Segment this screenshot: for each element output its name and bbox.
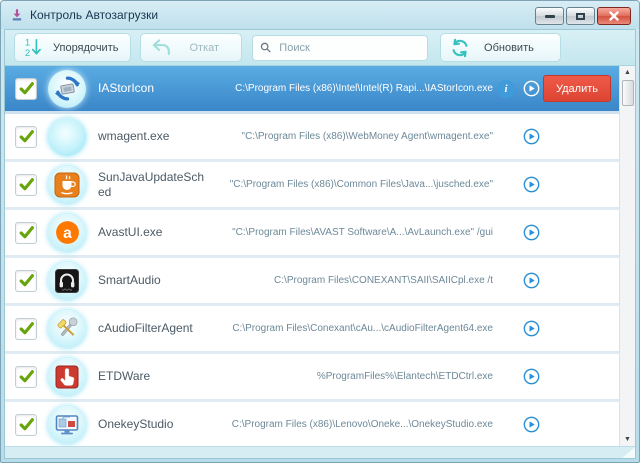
item-path: %ProgramFiles%\Elantech\ETDCtrl.exe — [316, 371, 493, 382]
scrollbar-thumb[interactable] — [621, 80, 634, 106]
refresh-icon — [449, 37, 471, 59]
delete-slot: Удалить — [543, 75, 619, 102]
undo-button[interactable]: Откат — [140, 33, 243, 62]
item-checkbox[interactable] — [15, 269, 37, 292]
startup-list: IAStorIcon C:\Program Files (x86)\Intel\I… — [5, 66, 619, 446]
run-item-icon[interactable] — [519, 128, 543, 145]
item-name: AvastUI.exe — [98, 225, 163, 239]
item-checkbox[interactable] — [15, 317, 37, 340]
item-checkbox[interactable] — [15, 221, 37, 244]
run-item-icon[interactable] — [519, 368, 543, 385]
close-button[interactable] — [597, 7, 631, 25]
svg-text:2: 2 — [25, 48, 30, 59]
undo-button-label: Откат — [189, 41, 220, 54]
undo-arrow-icon — [149, 37, 174, 58]
run-item-icon[interactable] — [519, 176, 543, 193]
run-item-icon[interactable] — [519, 80, 543, 97]
refresh-button-label: Обновить — [484, 41, 534, 54]
item-path: C:\Program Files\Conexant\cAu...\cAudioF… — [232, 323, 493, 334]
item-path: "C:\Program Files\AVAST Software\A...\Av… — [232, 227, 493, 238]
startup-item-row[interactable]: SunJavaUpdateSched "C:\Program Files (x86… — [5, 162, 619, 210]
item-name: SmartAudio — [98, 273, 161, 287]
window-title: Контроль Автозагрузки — [30, 8, 159, 22]
run-item-icon[interactable] — [519, 320, 543, 337]
list-wrap: IAStorIcon C:\Program Files (x86)\Intel\I… — [5, 66, 635, 446]
statusbar — [5, 446, 635, 458]
item-checkbox[interactable] — [15, 413, 37, 436]
webmoney-sphere-icon — [48, 117, 86, 156]
item-name: OnekeyStudio — [98, 417, 174, 431]
startup-item-row[interactable]: ETDWare %ProgramFiles%\Elantech\ETDCtrl.e… — [5, 354, 619, 402]
item-name: wmagent.exe — [98, 129, 170, 143]
run-item-icon[interactable] — [519, 416, 543, 433]
item-name: ETDWare — [98, 369, 151, 383]
item-checkbox[interactable] — [15, 365, 37, 388]
avast-icon: a — [48, 213, 86, 252]
delete-button[interactable]: Удалить — [543, 75, 611, 102]
item-checkbox[interactable] — [15, 77, 37, 100]
startup-item-row[interactable]: cAudioFilterAgent C:\Program Files\Conexa… — [5, 306, 619, 354]
titlebar: Контроль Автозагрузки — [1, 1, 639, 29]
item-path: C:\Program Files\CONEXANT\SAII\SAIICpl.e… — [274, 275, 493, 286]
item-path: C:\Program Files (x86)\Intel\Intel(R) Ra… — [235, 83, 493, 94]
headphones-icon — [48, 261, 86, 300]
refresh-button[interactable]: Обновить — [440, 33, 561, 62]
svg-text:1: 1 — [25, 38, 30, 49]
maximize-icon — [576, 12, 585, 20]
item-checkbox[interactable] — [15, 125, 37, 148]
item-name: SunJavaUpdateSched — [98, 169, 205, 199]
info-icon[interactable]: i — [497, 79, 515, 98]
touchpad-hand-icon — [48, 357, 86, 396]
sort-button-label: Упорядочить — [53, 41, 119, 54]
maximize-button[interactable] — [566, 7, 595, 25]
toolbar: 12 Упорядочить Откат Обновить — [5, 30, 635, 66]
item-path: "C:\Program Files (x86)\WebMoney Agent\w… — [241, 131, 493, 142]
scrollbar[interactable]: ▲ ▼ — [619, 66, 635, 446]
resize-grip-icon[interactable] — [622, 447, 635, 458]
item-path: C:\Program Files (x86)\Lenovo\Oneke...\O… — [231, 419, 493, 430]
monitor-icon — [48, 405, 86, 444]
app-download-arrow-icon — [10, 8, 24, 22]
close-icon — [609, 11, 619, 21]
startup-item-row[interactable]: OnekeyStudio C:\Program Files (x86)\Lenov… — [5, 402, 619, 446]
item-name: cAudioFilterAgent — [98, 321, 193, 335]
sort-button[interactable]: 12 Упорядочить — [14, 33, 132, 62]
search-icon — [260, 42, 271, 53]
minimize-button[interactable] — [535, 7, 564, 25]
startup-item-row[interactable]: wmagent.exe "C:\Program Files (x86)\WebMo… — [5, 114, 619, 162]
window-controls — [535, 7, 631, 25]
sort-12-icon: 12 — [23, 36, 46, 59]
info-slot: i — [493, 79, 519, 98]
scroll-up-arrow[interactable]: ▲ — [620, 66, 635, 79]
intel-rapid-storage-icon — [48, 69, 86, 108]
item-name: IAStorIcon — [98, 81, 155, 95]
run-item-icon[interactable] — [519, 272, 543, 289]
java-coffee-icon — [48, 165, 86, 204]
main-panel: 12 Упорядочить Откат Обновить — [4, 29, 636, 459]
search-box — [252, 34, 429, 61]
run-item-icon[interactable] — [519, 224, 543, 241]
scroll-down-arrow[interactable]: ▼ — [620, 433, 635, 446]
minimize-icon — [544, 14, 555, 18]
startup-item-row[interactable]: IAStorIcon C:\Program Files (x86)\Intel\I… — [5, 66, 619, 114]
search-input[interactable] — [277, 40, 421, 55]
item-checkbox[interactable] — [15, 173, 37, 196]
svg-text:a: a — [63, 225, 72, 242]
app-window: Контроль Автозагрузки 12 Упорядочить Отк… — [0, 0, 640, 463]
startup-item-row[interactable]: a AvastUI.exe "C:\Program Files\AVAST Soft… — [5, 210, 619, 258]
item-path: "C:\Program Files (x86)\Common Files\Jav… — [229, 179, 493, 190]
startup-item-row[interactable]: SmartAudio C:\Program Files\CONEXANT\SAII… — [5, 258, 619, 306]
tools-icon — [48, 309, 86, 348]
